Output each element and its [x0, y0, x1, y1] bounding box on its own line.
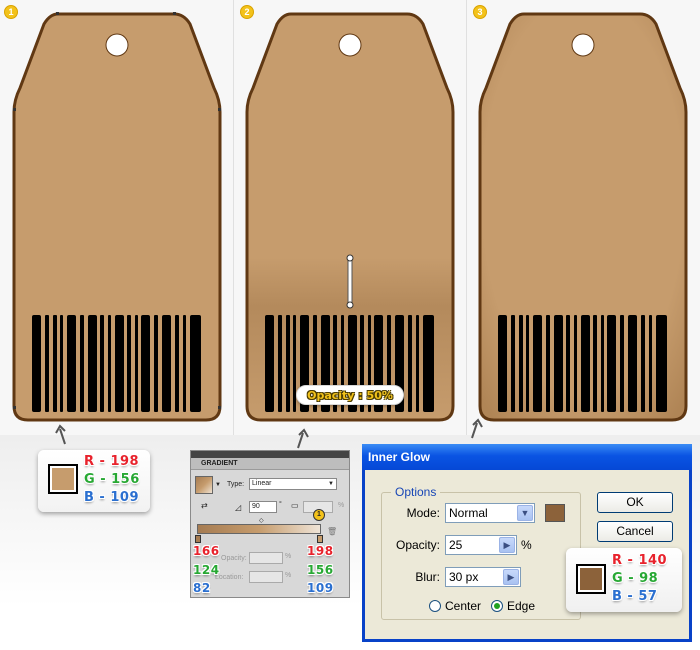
edge-radio-label: Edge: [507, 599, 536, 613]
mode-label: Mode:: [406, 506, 440, 520]
chevron-down-icon: ▼: [517, 505, 533, 521]
right-color-stop[interactable]: [317, 535, 323, 543]
gradient-panel: GRADIENT ▼ Type: Linear ▼ ⇄ ◿ 90 ° ▭ 1 %…: [190, 450, 350, 598]
rgb-blue-value: B - 57: [612, 589, 658, 604]
edge-radio[interactable]: [491, 600, 503, 612]
opacity-input[interactable]: [249, 552, 283, 564]
chevron-right-icon: ▶: [499, 537, 515, 553]
opacity-unit: %: [521, 538, 532, 552]
percent-sign: %: [338, 502, 345, 509]
fill-color-swatch-card: R - 198 G - 156 B - 109: [38, 450, 150, 512]
reverse-gradient-icon[interactable]: ⇄: [201, 501, 208, 510]
degree-symbol: °: [279, 501, 282, 508]
blur-label: Blur:: [415, 570, 440, 584]
tag-hole: [105, 33, 129, 57]
options-legend: Options: [391, 485, 441, 499]
opacity-input[interactable]: 25 ▶: [445, 535, 517, 555]
mode-select[interactable]: Normal ▼: [445, 503, 535, 523]
rgb-green-value: G - 98: [612, 571, 659, 586]
panel-top-bar: [191, 451, 349, 458]
mode-value: Normal: [449, 506, 488, 520]
blur-value: 30 px: [449, 570, 479, 584]
gradient-annotator: [346, 254, 354, 309]
ok-button[interactable]: OK: [597, 492, 673, 513]
dialog-title: Inner Glow: [362, 444, 692, 470]
pointer-arrow-icon: [471, 418, 483, 439]
center-radio[interactable]: [429, 600, 441, 612]
tag-inner-glow-illustration: [478, 12, 688, 422]
right-stop-red: 198: [307, 544, 334, 558]
tag-flat-illustration: [12, 12, 222, 422]
glow-color-preview: [576, 564, 606, 594]
glow-color-swatch-card: R - 140 G - 98 B - 57: [566, 548, 682, 612]
opacity-label: Opacity:: [221, 555, 247, 562]
angle-icon: ◿: [235, 503, 242, 512]
midpoint-diamond-icon[interactable]: ◇: [259, 517, 264, 524]
left-stop-red: 166: [193, 544, 220, 558]
location-input[interactable]: [249, 571, 283, 583]
rgb-blue-value: B - 109: [84, 490, 139, 505]
inner-glow-dialog: Inner Glow Options Mode: Normal ▼ Opacit…: [362, 444, 692, 642]
chevron-down-icon: ▼: [328, 481, 334, 487]
right-stop-green: 156: [307, 563, 334, 577]
step-marker-badge: 1: [313, 509, 325, 521]
angle-input[interactable]: 90: [249, 501, 277, 513]
opacity-label: Opacity:: [395, 538, 440, 552]
rgb-red-value: R - 140: [612, 553, 668, 568]
tag-hole: [338, 33, 362, 57]
pointer-arrow-icon: [297, 428, 309, 449]
left-stop-blue: 82: [193, 581, 211, 595]
left-stop-green: 124: [193, 563, 220, 577]
opacity-value: 25: [449, 538, 463, 552]
left-color-stop[interactable]: [195, 535, 201, 543]
type-select-value: Linear: [252, 480, 272, 487]
aspect-ratio-icon: ▭: [291, 501, 299, 510]
rgb-green-value: G - 156: [84, 472, 140, 487]
opacity-note: Opacity : 50%: [296, 385, 404, 405]
gradient-slider-bar[interactable]: [197, 524, 321, 534]
tag-hole: [571, 33, 595, 57]
right-stop-blue: 109: [307, 581, 334, 595]
blur-input[interactable]: 30 px ▶: [445, 567, 521, 587]
percent-sign: %: [285, 553, 292, 560]
gradient-preview-swatch[interactable]: [195, 476, 213, 494]
center-radio-label: Center: [445, 599, 482, 613]
rgb-red-value: R - 198: [84, 454, 140, 469]
type-label: Type:: [227, 481, 245, 488]
fill-color-swatch: [48, 464, 78, 494]
tag-gradient-illustration: [245, 12, 455, 422]
preview-dropdown-icon[interactable]: ▼: [215, 482, 221, 488]
type-select[interactable]: Linear ▼: [249, 478, 337, 490]
panel-title: GRADIENT: [191, 458, 349, 470]
chevron-right-icon: ▶: [503, 569, 519, 585]
percent-sign: %: [285, 572, 292, 579]
cancel-button[interactable]: Cancel: [597, 521, 673, 542]
glow-color-swatch[interactable]: [545, 504, 565, 522]
trash-icon[interactable]: 🗑: [327, 527, 337, 536]
angle-value: 90: [252, 503, 260, 510]
pointer-arrow-icon: [55, 424, 66, 445]
